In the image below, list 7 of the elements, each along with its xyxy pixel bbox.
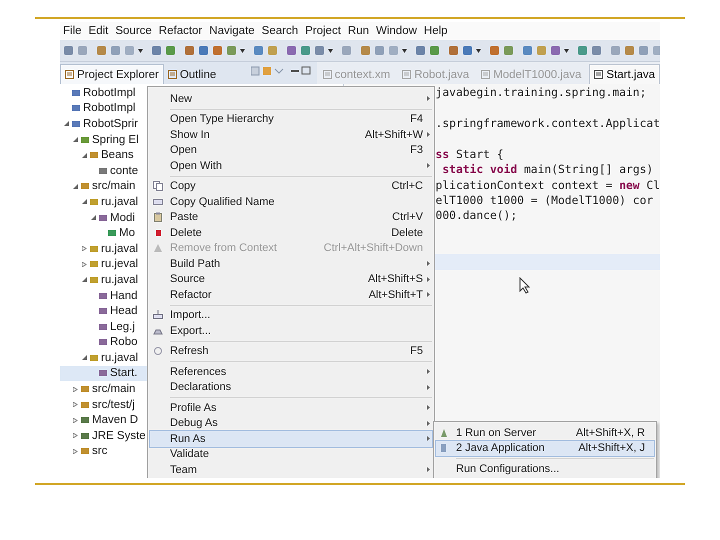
code-line: static void main(String[] args) bbox=[441, 163, 654, 176]
code-line: .springframework.context.Applicat bbox=[436, 116, 660, 130]
code-line: javabegin.training.spring.main; bbox=[436, 86, 646, 100]
code-line: plicationContext context = new Cl bbox=[436, 178, 660, 192]
code-line: elT1000 t1000 = (ModelT1000) cor bbox=[436, 194, 654, 207]
code-line: 000.dance(); bbox=[436, 209, 518, 222]
code-line: ss Start { bbox=[436, 148, 504, 161]
